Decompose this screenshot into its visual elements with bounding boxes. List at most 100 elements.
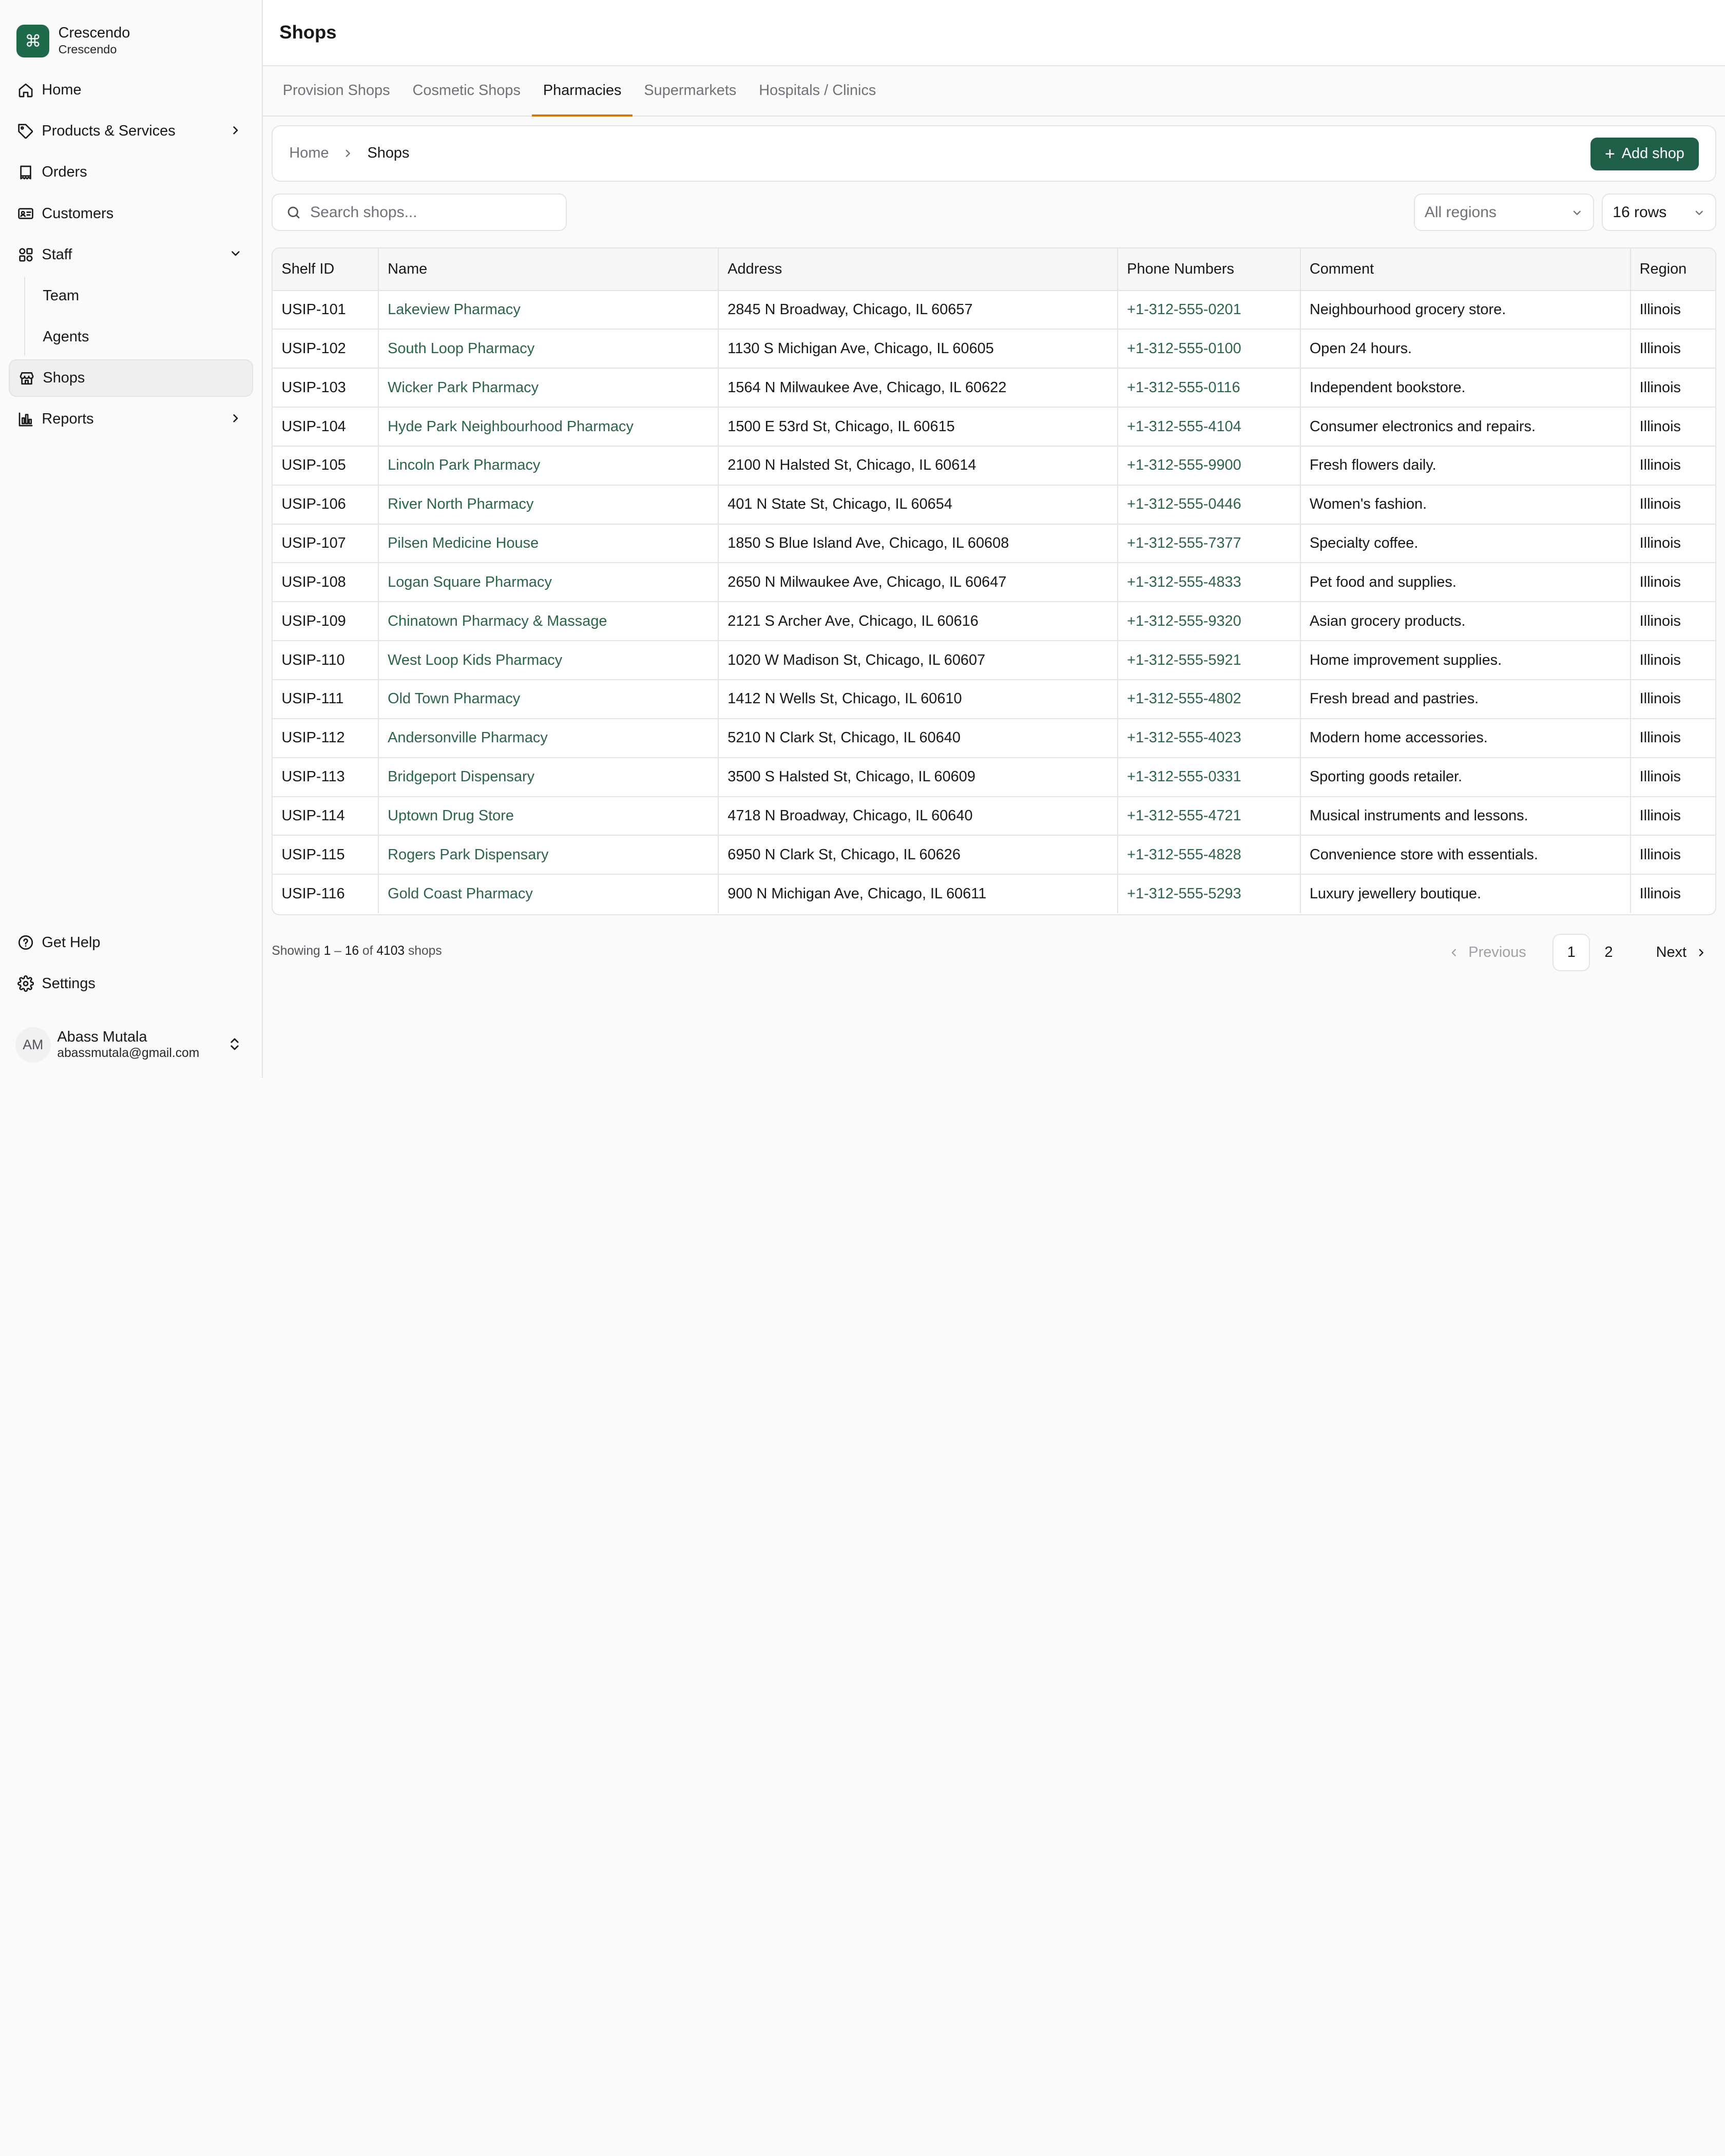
chevron-down-icon	[1693, 207, 1705, 219]
grid-icon	[17, 246, 34, 263]
cell-phone[interactable]: +1-312-555-0116	[1117, 368, 1301, 408]
search-input[interactable]	[310, 203, 552, 221]
cell-phone[interactable]: +1-312-555-9900	[1117, 446, 1301, 486]
main-content: Shops Provision Shops Cosmetic Shops Pha…	[263, 0, 1725, 1078]
table-row[interactable]: USIP-110 West Loop Kids Pharmacy 1020 W Ma…	[273, 641, 1715, 681]
cell-phone[interactable]: +1-312-555-5921	[1117, 641, 1301, 681]
tab-supermarkets[interactable]: Supermarkets	[633, 66, 747, 116]
user-menu[interactable]: AM Abass Mutala abassmutala@gmail.com	[15, 1023, 246, 1067]
sidebar-item-home[interactable]: Home	[9, 71, 253, 109]
previous-page-button[interactable]: Previous	[1448, 944, 1526, 961]
region-select[interactable]: All regions	[1413, 194, 1594, 231]
table-row[interactable]: USIP-106 River North Pharmacy 401 N State …	[273, 485, 1715, 525]
table-row[interactable]: USIP-108 Logan Square Pharmacy 2650 N Milw…	[273, 563, 1715, 603]
cell-phone[interactable]: +1-312-555-5293	[1117, 874, 1301, 914]
table-row[interactable]: USIP-107 Pilsen Medicine House 1850 S Blue…	[273, 524, 1715, 564]
cell-name[interactable]: Lakeview Pharmacy	[378, 290, 719, 330]
sidebar-item-label: Settings	[42, 975, 95, 992]
sidebar-item-agents[interactable]: Agents	[25, 318, 253, 356]
cell-address: 1412 N Wells St, Chicago, IL 60610	[718, 680, 1118, 719]
cell-shelf-id: USIP-102	[273, 329, 379, 369]
cell-name[interactable]: Gold Coast Pharmacy	[378, 874, 719, 914]
cell-name[interactable]: Andersonville Pharmacy	[378, 718, 719, 758]
cell-region: Illinois	[1630, 718, 1715, 758]
cell-name[interactable]: Hyde Park Neighbourhood Pharmacy	[378, 407, 719, 447]
tab-provision-shops[interactable]: Provision Shops	[272, 66, 401, 116]
cell-shelf-id: USIP-116	[273, 874, 379, 914]
table-row[interactable]: USIP-116 Gold Coast Pharmacy 900 N Michiga…	[273, 874, 1715, 914]
breadcrumb-home-link[interactable]: Home	[289, 145, 329, 162]
page-2-button[interactable]: 2	[1590, 934, 1627, 971]
cell-name[interactable]: Rogers Park Dispensary	[378, 835, 719, 875]
add-shop-button[interactable]: + Add shop	[1590, 137, 1699, 170]
cell-phone[interactable]: +1-312-555-9320	[1117, 602, 1301, 642]
cell-phone[interactable]: +1-312-555-4828	[1117, 835, 1301, 875]
table-row[interactable]: USIP-101 Lakeview Pharmacy 2845 N Broadway…	[273, 290, 1715, 330]
tab-cosmetic-shops[interactable]: Cosmetic Shops	[401, 66, 531, 116]
page-1-button[interactable]: 1	[1552, 934, 1590, 972]
tab-hospitals-clinics[interactable]: Hospitals / Clinics	[748, 66, 887, 116]
sidebar-item-get-help[interactable]: Get Help	[9, 924, 253, 961]
cell-name[interactable]: Bridgeport Dispensary	[378, 757, 719, 797]
sidebar-item-products-services[interactable]: Products & Services	[9, 112, 253, 150]
cell-phone[interactable]: +1-312-555-4833	[1117, 563, 1301, 603]
cell-comment: Consumer electronics and repairs.	[1300, 407, 1631, 447]
cell-region: Illinois	[1630, 757, 1715, 797]
sidebar-item-staff[interactable]: Staff	[9, 236, 253, 274]
table-row[interactable]: USIP-113 Bridgeport Dispensary 3500 S Hals…	[273, 757, 1715, 797]
tab-pharmacies[interactable]: Pharmacies	[532, 66, 633, 117]
cell-phone[interactable]: +1-312-555-4721	[1117, 796, 1301, 836]
cell-region: Illinois	[1630, 446, 1715, 486]
sidebar-item-label: Shops	[43, 370, 85, 387]
table-row[interactable]: USIP-103 Wicker Park Pharmacy 1564 N Milwa…	[273, 368, 1715, 408]
table-row[interactable]: USIP-112 Andersonville Pharmacy 5210 N Cla…	[273, 718, 1715, 758]
cell-phone[interactable]: +1-312-555-0331	[1117, 757, 1301, 797]
cell-name[interactable]: Wicker Park Pharmacy	[378, 368, 719, 408]
cell-comment: Sporting goods retailer.	[1300, 757, 1631, 797]
sidebar-item-team[interactable]: Team	[25, 277, 253, 315]
cell-name[interactable]: Lincoln Park Pharmacy	[378, 446, 719, 486]
next-label: Next	[1656, 944, 1687, 961]
rows-select[interactable]: 16 rows	[1601, 194, 1716, 231]
cell-name[interactable]: Old Town Pharmacy	[378, 680, 719, 719]
cell-region: Illinois	[1630, 835, 1715, 875]
cell-name[interactable]: South Loop Pharmacy	[378, 329, 719, 369]
cell-name[interactable]: Logan Square Pharmacy	[378, 563, 719, 603]
next-page-button[interactable]: Next	[1656, 944, 1708, 961]
column-header-comment: Comment	[1300, 248, 1631, 291]
cell-phone[interactable]: +1-312-555-4023	[1117, 718, 1301, 758]
cell-comment: Home improvement supplies.	[1300, 641, 1631, 681]
sidebar-item-reports[interactable]: Reports	[9, 400, 253, 438]
cell-address: 5210 N Clark St, Chicago, IL 60640	[718, 718, 1118, 758]
sidebar-item-shops[interactable]: Shops	[9, 359, 253, 397]
cell-phone[interactable]: +1-312-555-0201	[1117, 290, 1301, 330]
cell-phone[interactable]: +1-312-555-7377	[1117, 524, 1301, 564]
cell-phone[interactable]: +1-312-555-0100	[1117, 329, 1301, 369]
sidebar-item-settings[interactable]: Settings	[9, 965, 253, 1003]
cell-address: 4718 N Broadway, Chicago, IL 60640	[718, 796, 1118, 836]
orders-icon	[17, 164, 34, 181]
chevrons-up-down-icon	[227, 1036, 242, 1052]
cell-shelf-id: USIP-109	[273, 602, 379, 642]
table-row[interactable]: USIP-111 Old Town Pharmacy 1412 N Wells St…	[273, 680, 1715, 719]
sidebar-item-customers[interactable]: Customers	[9, 195, 253, 233]
brand[interactable]: ⌘ Crescendo Crescendo	[0, 0, 262, 66]
cell-name[interactable]: Pilsen Medicine House	[378, 524, 719, 564]
cell-name[interactable]: West Loop Kids Pharmacy	[378, 641, 719, 681]
cell-phone[interactable]: +1-312-555-0446	[1117, 485, 1301, 525]
previous-label: Previous	[1468, 944, 1526, 961]
table-row[interactable]: USIP-102 South Loop Pharmacy 1130 S Michig…	[273, 329, 1715, 369]
table-row[interactable]: USIP-104 Hyde Park Neighbourhood Pharmacy…	[273, 407, 1715, 447]
cell-phone[interactable]: +1-312-555-4104	[1117, 407, 1301, 447]
chevron-right-icon	[342, 147, 354, 160]
cell-phone[interactable]: +1-312-555-4802	[1117, 680, 1301, 719]
table-row[interactable]: USIP-105 Lincoln Park Pharmacy 2100 N Hals…	[273, 446, 1715, 486]
cell-name[interactable]: Uptown Drug Store	[378, 796, 719, 836]
table-row[interactable]: USIP-114 Uptown Drug Store 4718 N Broadway…	[273, 796, 1715, 836]
sidebar-item-orders[interactable]: Orders	[9, 154, 253, 191]
table-row[interactable]: USIP-115 Rogers Park Dispensary 6950 N Cla…	[273, 835, 1715, 875]
cell-name[interactable]: River North Pharmacy	[378, 485, 719, 525]
cell-name[interactable]: Chinatown Pharmacy & Massage	[378, 602, 719, 642]
of-label: of	[362, 944, 373, 958]
table-row[interactable]: USIP-109 Chinatown Pharmacy & Massage 2121…	[273, 602, 1715, 642]
